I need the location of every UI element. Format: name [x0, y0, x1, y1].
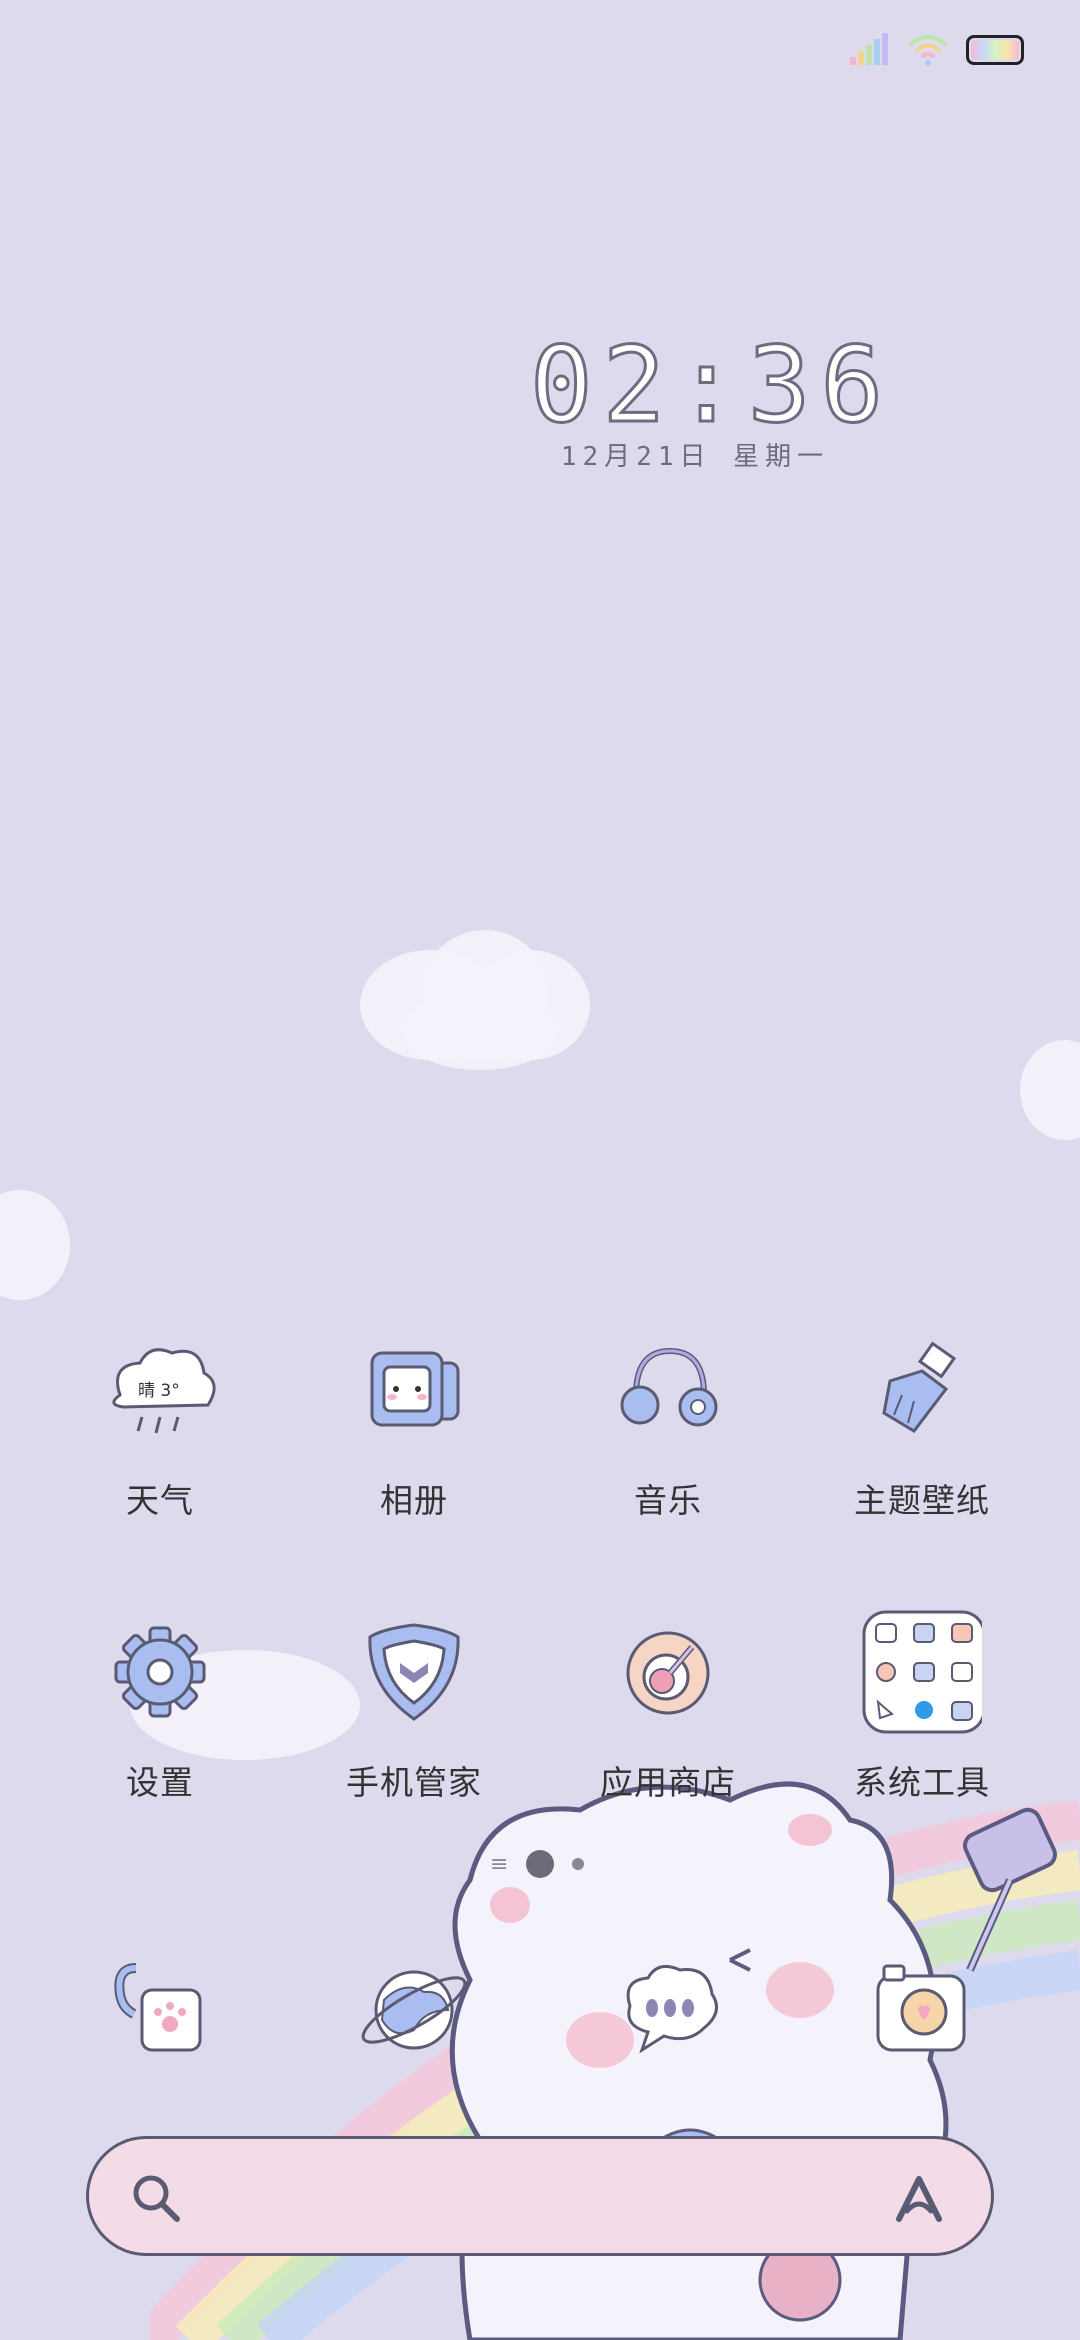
app-label: 天气	[126, 1481, 194, 1520]
wifi-icon	[908, 35, 948, 66]
clock-time: 02:36	[529, 324, 894, 446]
app-label: 相册	[380, 1481, 448, 1520]
voice-assistant-icon[interactable]	[887, 2167, 951, 2231]
page-list-icon[interactable]: ≡	[490, 1852, 508, 1877]
app-system-tools-folder[interactable]: 系统工具	[822, 1610, 1022, 1804]
page-dot-active[interactable]	[526, 1850, 555, 1878]
app-label: 设置	[126, 1763, 194, 1802]
weather-widget-text: 晴 3°	[138, 1381, 180, 1401]
cloud-decoration	[0, 1190, 70, 1300]
gallery-icon	[354, 1330, 474, 1450]
app-label: 音乐	[634, 1481, 702, 1520]
app-music[interactable]: 音乐	[568, 1330, 768, 1522]
camera-icon	[876, 1964, 966, 2052]
app-label: 系统工具	[854, 1763, 990, 1802]
system-tools-folder-icon	[862, 1610, 982, 1734]
cloud-decoration	[1020, 1040, 1080, 1140]
app-gallery[interactable]: 相册	[314, 1330, 514, 1522]
app-store[interactable]: 应用商店	[568, 1612, 768, 1804]
page-dot[interactable]	[572, 1858, 585, 1870]
status-bar	[850, 28, 1024, 72]
weather-icon: 晴 3°	[100, 1330, 220, 1450]
theme-wallpaper-icon	[862, 1330, 982, 1450]
cloud-decoration	[400, 990, 560, 1070]
search-icon	[133, 2175, 180, 2222]
page-indicator[interactable]: ≡	[490, 1850, 585, 1878]
app-store-icon	[608, 1612, 728, 1732]
app-label: 应用商店	[600, 1763, 736, 1802]
search-bar[interactable]	[86, 2136, 994, 2256]
app-phone-manager[interactable]: 手机管家	[314, 1612, 514, 1804]
music-icon	[608, 1330, 728, 1450]
app-weather[interactable]: 晴 3° 天气	[60, 1330, 260, 1522]
settings-gear-icon	[100, 1612, 220, 1732]
app-settings[interactable]: 设置	[60, 1612, 260, 1804]
dock-camera[interactable]	[862, 1950, 982, 2070]
dock-browser[interactable]	[354, 1950, 474, 2070]
clock-date: 12月21日 星期一	[560, 442, 830, 472]
app-theme-wallpaper[interactable]: 主题壁纸	[822, 1330, 1022, 1522]
dock-messages[interactable]	[608, 1950, 728, 2070]
battery-icon	[966, 35, 1024, 65]
messages-icon	[626, 1964, 718, 2054]
browser-icon	[361, 1970, 467, 2050]
signal-icon	[850, 33, 888, 65]
app-label: 主题壁纸	[854, 1481, 990, 1520]
phone-icon	[114, 1963, 202, 2052]
clock-widget[interactable]: 02:36 12月21日 星期一	[529, 324, 894, 473]
dock-phone[interactable]	[100, 1950, 220, 2070]
app-label: 手机管家	[346, 1763, 482, 1802]
phone-manager-shield-icon	[354, 1612, 474, 1732]
